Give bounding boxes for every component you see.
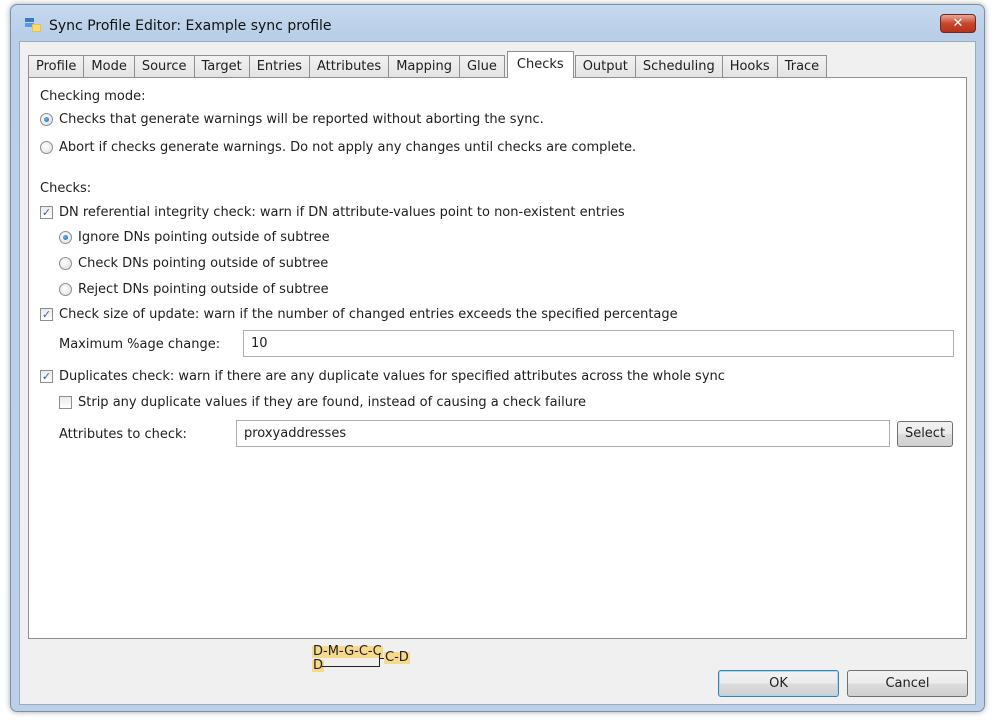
dn-option-ignore-label: Ignore DNs pointing outside of subtree xyxy=(78,229,330,245)
checks-label: Checks: xyxy=(40,180,92,196)
tab-hooks[interactable]: Hooks xyxy=(721,55,778,78)
tab-profile[interactable]: Profile xyxy=(28,55,85,78)
radio-button[interactable] xyxy=(59,256,72,270)
diagram-top-sequence: D-M-G-C-C xyxy=(312,644,383,659)
max-change-label: Maximum %age change: xyxy=(59,336,221,352)
tab-output[interactable]: Output xyxy=(574,55,636,78)
max-change-input[interactable]: 10 xyxy=(243,330,954,357)
mode-option-abort-label: Abort if checks generate warnings. Do no… xyxy=(59,139,637,155)
checkbox[interactable]: ✓ xyxy=(40,369,53,383)
radio-button[interactable] xyxy=(59,230,72,244)
dn-option-check-label: Check DNs pointing outside of subtree xyxy=(78,255,329,271)
dn-integrity-check-label: DN referential integrity check: warn if … xyxy=(59,204,625,220)
strip-duplicates-check[interactable]: Strip any duplicate values if they are f… xyxy=(59,392,586,412)
title-bar[interactable]: Sync Profile Editor: Example sync profil… xyxy=(11,5,984,38)
checks-heading: Checks: xyxy=(40,178,91,198)
dn-option-check[interactable]: Check DNs pointing outside of subtree xyxy=(59,253,328,273)
diagram-connector-line xyxy=(322,666,380,667)
tab-attributes[interactable]: Attributes xyxy=(309,55,390,78)
dn-option-reject[interactable]: Reject DNs pointing outside of subtree xyxy=(59,279,329,299)
tab-target[interactable]: Target xyxy=(193,55,250,78)
dn-integrity-check[interactable]: ✓ DN referential integrity check: warn i… xyxy=(40,202,625,222)
duplicates-check[interactable]: ✓ Duplicates check: warn if there are an… xyxy=(40,366,725,386)
ok-button[interactable]: OK xyxy=(718,670,839,697)
close-button[interactable]: ✕ xyxy=(940,14,976,33)
attributes-to-check-label: Attributes to check: xyxy=(59,426,187,442)
tab-glue[interactable]: Glue xyxy=(458,55,505,78)
mode-option-report-label: Checks that generate warnings will be re… xyxy=(59,111,544,127)
tab-mode[interactable]: Mode xyxy=(83,55,135,78)
strip-duplicates-label: Strip any duplicate values if they are f… xyxy=(78,394,587,410)
cancel-button[interactable]: Cancel xyxy=(847,670,968,697)
tab-strip: Profile Mode Source Target Entries Attri… xyxy=(28,51,828,78)
dialog-client-area: Profile Mode Source Target Entries Attri… xyxy=(19,41,976,705)
tab-trace[interactable]: Trace xyxy=(776,55,828,78)
mode-option-abort[interactable]: Abort if checks generate warnings. Do no… xyxy=(40,137,636,157)
max-change-label-row: Maximum %age change: xyxy=(59,334,220,354)
select-attributes-button[interactable]: Select xyxy=(897,421,953,447)
duplicates-check-label: Duplicates check: warn if there are any … xyxy=(59,368,725,384)
dn-option-ignore[interactable]: Ignore DNs pointing outside of subtree xyxy=(59,227,330,247)
radio-button[interactable] xyxy=(40,112,53,126)
tab-mapping[interactable]: Mapping xyxy=(388,55,460,78)
diagram-connector-vertical xyxy=(379,653,380,667)
tab-source[interactable]: Source xyxy=(133,55,195,78)
attributes-label-row: Attributes to check: xyxy=(59,424,187,444)
checkbox[interactable] xyxy=(59,395,72,409)
window-title: Sync Profile Editor: Example sync profil… xyxy=(49,18,332,34)
sync-profile-editor-window: Sync Profile Editor: Example sync profil… xyxy=(10,4,985,712)
checkbox[interactable]: ✓ xyxy=(40,205,53,219)
mode-option-report[interactable]: Checks that generate warnings will be re… xyxy=(40,109,544,129)
checks-tab-panel: Checking mode: Checks that generate warn… xyxy=(28,77,967,639)
checking-mode-label: Checking mode: xyxy=(40,88,146,104)
sync-order-diagram: D-M-G-C-C D C-D xyxy=(312,644,452,686)
checking-mode-heading: Checking mode: xyxy=(40,86,145,106)
tab-checks[interactable]: Checks xyxy=(506,51,574,78)
sync-profile-icon xyxy=(25,18,41,32)
tab-entries[interactable]: Entries xyxy=(248,55,310,78)
attributes-to-check-input[interactable]: proxyaddresses xyxy=(236,420,890,447)
size-check[interactable]: ✓ Check size of update: warn if the numb… xyxy=(40,304,678,324)
size-check-label: Check size of update: warn if the number… xyxy=(59,306,678,322)
radio-button[interactable] xyxy=(40,140,53,154)
radio-button[interactable] xyxy=(59,282,72,296)
diagram-result-node: C-D xyxy=(384,650,410,665)
checkbox[interactable]: ✓ xyxy=(40,307,53,321)
dn-option-reject-label: Reject DNs pointing outside of subtree xyxy=(78,281,329,297)
tab-scheduling[interactable]: Scheduling xyxy=(634,55,723,78)
close-icon: ✕ xyxy=(952,16,964,31)
